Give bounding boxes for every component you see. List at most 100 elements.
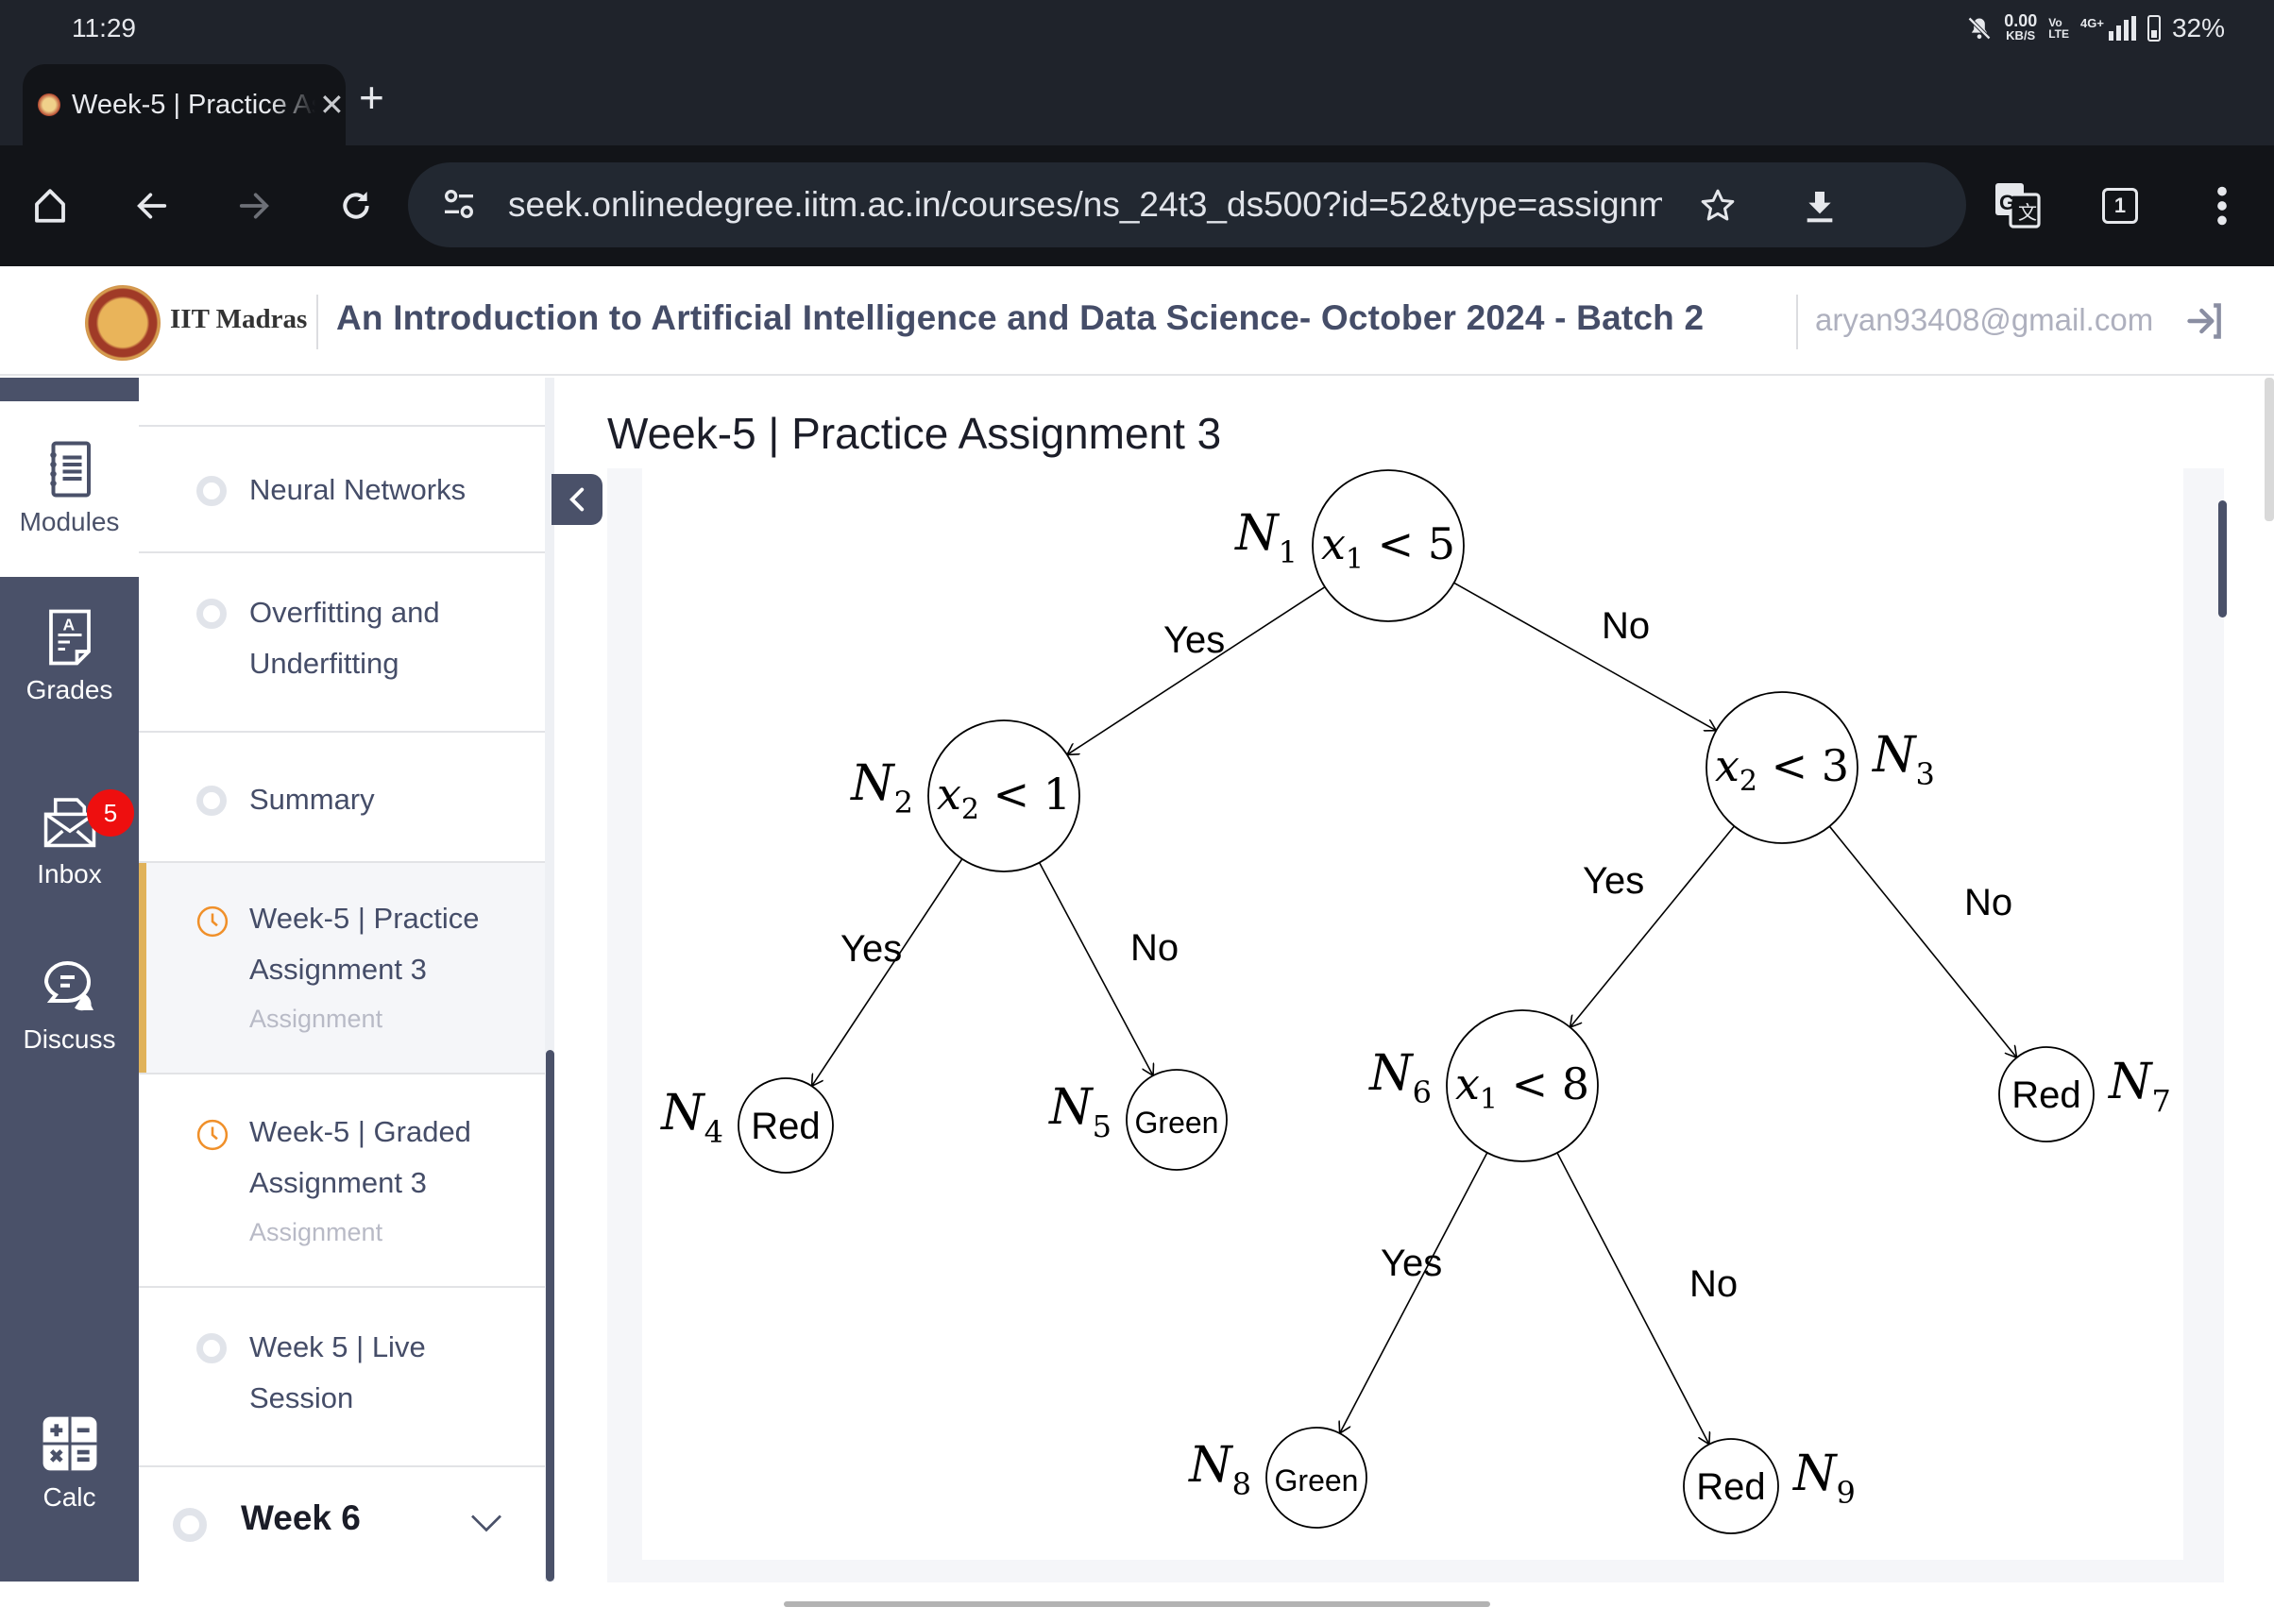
logo-text: IIT Madras (170, 304, 308, 334)
list-item-subtitle: Assignment (249, 1218, 383, 1246)
iitm-logo[interactable] (85, 285, 161, 361)
node-id-label: N3 (1871, 727, 1935, 792)
chevron-left-icon (569, 487, 585, 512)
node-id-label: N1 (1233, 505, 1298, 570)
list-item-title: Neural Networks (249, 473, 467, 506)
split-condition: x2 < 3 (1715, 740, 1849, 798)
inbox-badge: 5 (87, 789, 134, 837)
list-item-summary[interactable]: Summary (139, 733, 547, 863)
decision-tree-figure: Yes No Yes No Yes No Yes No x1 < 5 N1 x2 < 1 N2 x2 … (642, 468, 2183, 1560)
node-id-label: N4 (659, 1085, 723, 1150)
node-id-label: N2 (849, 755, 913, 820)
tree-node-n4: Red N4 (659, 1077, 834, 1174)
modules-icon (49, 441, 91, 498)
edge-label-yes: Yes (1381, 1243, 1442, 1284)
page-scrollbar[interactable] (2265, 378, 2274, 521)
split-condition: x1 < 5 (1321, 518, 1455, 576)
node-id-label: N8 (1187, 1437, 1251, 1502)
address-bar[interactable]: seek.onlinedegree.iitm.ac.in/courses/ns_… (408, 162, 1966, 247)
reload-icon[interactable] (323, 145, 389, 266)
edge-label-no: No (1689, 1263, 1738, 1305)
favicon-icon (38, 93, 60, 116)
browser-tab-active[interactable]: Week-5 | Practice Assignment 3 ✕ (23, 64, 346, 145)
home-icon[interactable] (17, 145, 83, 266)
browser-top-bar: 11:29 0.00 KB/S Vo LTE 4G+ 32% Week-5 | Pr… (0, 0, 2274, 145)
list-item-title: Summary (249, 783, 375, 816)
translate-icon[interactable]: G文 (1985, 145, 2051, 266)
rail-label-calc: Calc (42, 1482, 96, 1512)
app-header: IIT Madras An Introduction to Artificial… (0, 266, 2274, 376)
status-icons: 0.00 KB/S Vo LTE 4G+ 32% (1966, 11, 2225, 43)
mute-notifications-icon (1968, 17, 1992, 40)
tab-title: Week-5 | Practice Assignment 3 (72, 89, 315, 120)
list-item-practice-assignment-3[interactable]: Week-5 | Practice Assignment 3 Assignmen… (139, 863, 547, 1074)
course-list-scrollbar[interactable] (546, 1050, 554, 1582)
rail-item-calc[interactable]: Calc (0, 1414, 139, 1513)
not-started-icon (196, 786, 227, 816)
tree-edge-n3-n6 (1570, 825, 1736, 1027)
battery-percent: 32% (2171, 13, 2225, 42)
tree-node-n3: x2 < 3 N3 (1706, 691, 1935, 844)
tree-edge-n1-n2 (1067, 585, 1326, 755)
chevron-down-icon[interactable] (469, 1512, 503, 1534)
node-id-label: N6 (1367, 1045, 1432, 1110)
net-speed-value: 0.00 (2004, 11, 2038, 30)
split-condition: x2 < 1 (937, 769, 1071, 826)
svg-text:G: G (1999, 191, 2015, 214)
decision-tree-diagram: Yes NoYes NoYesNoYes No x1 < 5N1x2 < 1N2x2 … (659, 469, 2171, 1534)
leaf-class-label: Green (1135, 1106, 1219, 1140)
rail-item-grades[interactable]: A Grades (0, 609, 139, 705)
list-item-graded-assignment-3[interactable]: Week-5 | Graded Assignment 3 Assignment (139, 1074, 547, 1288)
volte-bottom: LTE (2048, 27, 2070, 41)
net-speed: 0.00 KB/S (2004, 11, 2038, 42)
grades-icon: A (48, 609, 91, 666)
leaf-class-label: Red (1696, 1466, 1765, 1508)
week-6-label: Week 6 (241, 1498, 361, 1537)
page-title: Week-5 | Practice Assignment 3 (607, 409, 1222, 458)
signal-icon: 4G+ (2080, 16, 2136, 41)
course-title: An Introduction to Artificial Intelligen… (336, 298, 1705, 337)
edge-label-yes: Yes (840, 928, 902, 970)
rail-label-grades: Grades (25, 675, 113, 704)
download-icon[interactable] (1787, 145, 1853, 266)
figure-scrollbar-track (2183, 468, 2224, 1582)
logout-icon[interactable] (2183, 300, 2227, 342)
list-item-overfitting[interactable]: Overfitting and Underfitting (139, 553, 547, 733)
more-menu-icon[interactable] (2189, 145, 2255, 266)
tree-node-n6: x1 < 8 N6 (1367, 1009, 1599, 1162)
network-type: 4G+ (2080, 16, 2104, 30)
tree-node-n7: Red N7 (1998, 1046, 2171, 1142)
tree-node-n2: x2 < 1 N2 (849, 719, 1080, 872)
url-text[interactable]: seek.onlinedegree.iitm.ac.in/courses/ns_… (508, 185, 1662, 225)
edge-label-yes: Yes (1583, 860, 1644, 902)
close-tab-icon[interactable]: ✕ (319, 87, 345, 123)
rail-item-discuss[interactable]: Discuss (0, 958, 139, 1055)
new-tab-icon[interactable]: + (359, 76, 384, 119)
forward-icon[interactable] (221, 145, 287, 266)
figure-scrollbar[interactable] (2218, 500, 2227, 617)
svg-text:A: A (62, 616, 75, 634)
list-item-subtitle: Assignment (249, 1005, 383, 1033)
tree-node-n8: Green N8 (1187, 1427, 1367, 1529)
list-item-neural-networks[interactable]: Neural Networks (139, 427, 547, 553)
bookmark-star-icon[interactable] (1685, 145, 1751, 266)
rail-label-inbox: Inbox (37, 859, 102, 888)
leaf-class-label: Red (2011, 1074, 2080, 1116)
list-item-title: Overfitting and Underfitting (249, 596, 440, 680)
week-6-accordion[interactable]: Week 6 (139, 1468, 547, 1582)
gesture-home-indicator[interactable] (784, 1601, 1490, 1607)
back-icon[interactable] (119, 145, 185, 266)
tree-node-n1: x1 < 5 N1 (1233, 469, 1465, 622)
tab-switcher-icon[interactable]: 1 (2087, 145, 2153, 266)
tree-node-n5: Green N5 (1047, 1069, 1228, 1171)
rail-item-inbox[interactable]: 5 Inbox (0, 784, 139, 889)
leaf-class-label: Green (1275, 1463, 1359, 1497)
rail-item-modules[interactable]: Modules (0, 401, 139, 577)
collapse-sidebar-button[interactable] (552, 474, 602, 525)
split-condition: x1 < 8 (1455, 1058, 1589, 1116)
list-item-live-session[interactable]: Week 5 | Live Session (139, 1288, 547, 1467)
edge-label-yes: Yes (1163, 619, 1225, 661)
list-item-previous[interactable] (139, 378, 547, 427)
node-id-label: N7 (2107, 1054, 2171, 1119)
site-settings-icon[interactable] (440, 185, 478, 223)
